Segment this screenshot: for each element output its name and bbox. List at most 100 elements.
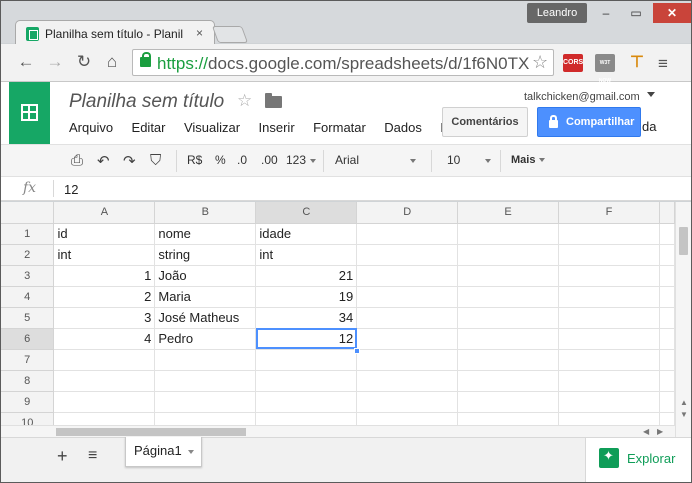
- add-sheet-icon[interactable]: +: [57, 446, 68, 467]
- cell-b1[interactable]: nome: [154, 223, 257, 245]
- cell-b6[interactable]: Pedro: [154, 328, 257, 350]
- cell-e4[interactable]: [457, 286, 560, 308]
- w3t-extension-icon[interactable]: W3T NOW: [595, 54, 615, 84]
- ruler-extension-icon[interactable]: ⊤: [627, 54, 647, 72]
- cell-d8[interactable]: [356, 370, 459, 392]
- horizontal-scroll-thumb[interactable]: [56, 428, 246, 436]
- reload-icon[interactable]: ↻: [74, 52, 94, 72]
- cell-e10[interactable]: [457, 412, 560, 425]
- row-header[interactable]: 5: [1, 307, 55, 329]
- cell-b8[interactable]: [154, 370, 257, 392]
- font-family-select[interactable]: Arial: [335, 153, 359, 167]
- horizontal-scrollbar[interactable]: ◀ ▶: [1, 425, 675, 437]
- cell-d3[interactable]: [356, 265, 459, 287]
- cell-a9[interactable]: [53, 391, 156, 413]
- cell-c6[interactable]: 12: [255, 328, 358, 350]
- fill-handle[interactable]: [354, 348, 360, 354]
- cell-c3[interactable]: 21: [255, 265, 358, 287]
- cell-e9[interactable]: [457, 391, 560, 413]
- share-button[interactable]: Compartilhar: [537, 107, 641, 137]
- cell-g7[interactable]: [659, 349, 675, 371]
- cell-g4[interactable]: [659, 286, 675, 308]
- redo-icon[interactable]: ↷: [123, 152, 136, 170]
- cell-g9[interactable]: [659, 391, 675, 413]
- cell-d5[interactable]: [356, 307, 459, 329]
- percent-format-button[interactable]: %: [215, 153, 226, 167]
- cell-a7[interactable]: [53, 349, 156, 371]
- cell-b3[interactable]: João: [154, 265, 257, 287]
- cell-e5[interactable]: [457, 307, 560, 329]
- more-button[interactable]: Mais: [511, 154, 546, 166]
- increase-decimal-button[interactable]: .00: [261, 153, 278, 167]
- row-header[interactable]: 7: [1, 349, 55, 371]
- row-header[interactable]: 8: [1, 370, 55, 392]
- maximize-button[interactable]: ▭: [621, 3, 651, 23]
- forward-arrow-icon[interactable]: →: [45, 52, 65, 72]
- paint-format-icon[interactable]: ⛉: [150, 152, 161, 169]
- cell-e6[interactable]: [457, 328, 560, 350]
- row-header[interactable]: 4: [1, 286, 55, 308]
- cell-g1[interactable]: [659, 223, 675, 245]
- column-header-e[interactable]: E: [457, 202, 560, 224]
- cell-b4[interactable]: Maria: [154, 286, 257, 308]
- cell-a5[interactable]: 3: [53, 307, 156, 329]
- cell-c4[interactable]: 19: [255, 286, 358, 308]
- sheets-logo[interactable]: [9, 82, 50, 144]
- menu-arquivo[interactable]: Arquivo: [69, 120, 113, 135]
- menu-dados[interactable]: Dados: [384, 120, 422, 135]
- browser-menu-icon[interactable]: ≡: [658, 54, 668, 74]
- column-header-a[interactable]: A: [53, 202, 156, 224]
- decrease-decimal-button[interactable]: .0: [237, 153, 247, 167]
- cell-g8[interactable]: [659, 370, 675, 392]
- cell-d7[interactable]: [356, 349, 459, 371]
- row-header[interactable]: 10: [1, 412, 55, 425]
- vertical-scrollbar[interactable]: ▲ ▼: [675, 202, 691, 437]
- cell-f1[interactable]: [558, 223, 660, 245]
- more-formats-button[interactable]: 123: [286, 153, 317, 167]
- profile-button[interactable]: Leandro: [527, 3, 587, 23]
- cell-b10[interactable]: [154, 412, 257, 425]
- cell-a10[interactable]: [53, 412, 156, 425]
- cell-e7[interactable]: [457, 349, 560, 371]
- cell-a6[interactable]: 4: [53, 328, 156, 350]
- bookmark-star-icon[interactable]: ☆: [532, 52, 548, 73]
- cell-c9[interactable]: [255, 391, 358, 413]
- cell-f3[interactable]: [558, 265, 660, 287]
- all-sheets-icon[interactable]: ≡: [88, 447, 97, 465]
- cell-b9[interactable]: [154, 391, 257, 413]
- menu-inserir[interactable]: Inserir: [259, 120, 295, 135]
- comments-button[interactable]: Comentários: [442, 107, 528, 137]
- row-header[interactable]: 9: [1, 391, 55, 413]
- column-header-g[interactable]: [659, 202, 675, 224]
- cell-d4[interactable]: [356, 286, 459, 308]
- cell-g5[interactable]: [659, 307, 675, 329]
- column-header-c[interactable]: C: [255, 202, 358, 224]
- cell-c5[interactable]: 34: [255, 307, 358, 329]
- star-icon[interactable]: ☆: [237, 91, 252, 111]
- cell-a2[interactable]: int: [53, 244, 156, 266]
- minimize-button[interactable]: –: [591, 3, 621, 23]
- print-icon[interactable]: ⎙: [71, 152, 83, 169]
- cell-g2[interactable]: [659, 244, 675, 266]
- vertical-scroll-thumb[interactable]: [679, 227, 688, 255]
- column-header-b[interactable]: B: [154, 202, 257, 224]
- cell-c8[interactable]: [255, 370, 358, 392]
- cell-f9[interactable]: [558, 391, 660, 413]
- scroll-right-icon[interactable]: ▶: [657, 427, 663, 436]
- close-window-button[interactable]: ✕: [653, 3, 691, 23]
- cell-a4[interactable]: 2: [53, 286, 156, 308]
- currency-format-button[interactable]: R$: [187, 153, 202, 167]
- cell-d10[interactable]: [356, 412, 459, 425]
- cell-f4[interactable]: [558, 286, 660, 308]
- cell-d9[interactable]: [356, 391, 459, 413]
- cell-f2[interactable]: [558, 244, 660, 266]
- menu-formatar[interactable]: Formatar: [313, 120, 366, 135]
- cell-a1[interactable]: id: [53, 223, 156, 245]
- cell-e2[interactable]: [457, 244, 560, 266]
- cell-c10[interactable]: [255, 412, 358, 425]
- cell-a8[interactable]: [53, 370, 156, 392]
- cell-f10[interactable]: [558, 412, 660, 425]
- address-bar[interactable]: https://docs.google.com/spreadsheets/d/1…: [132, 49, 554, 76]
- row-header[interactable]: 2: [1, 244, 55, 266]
- cell-c2[interactable]: int: [255, 244, 358, 266]
